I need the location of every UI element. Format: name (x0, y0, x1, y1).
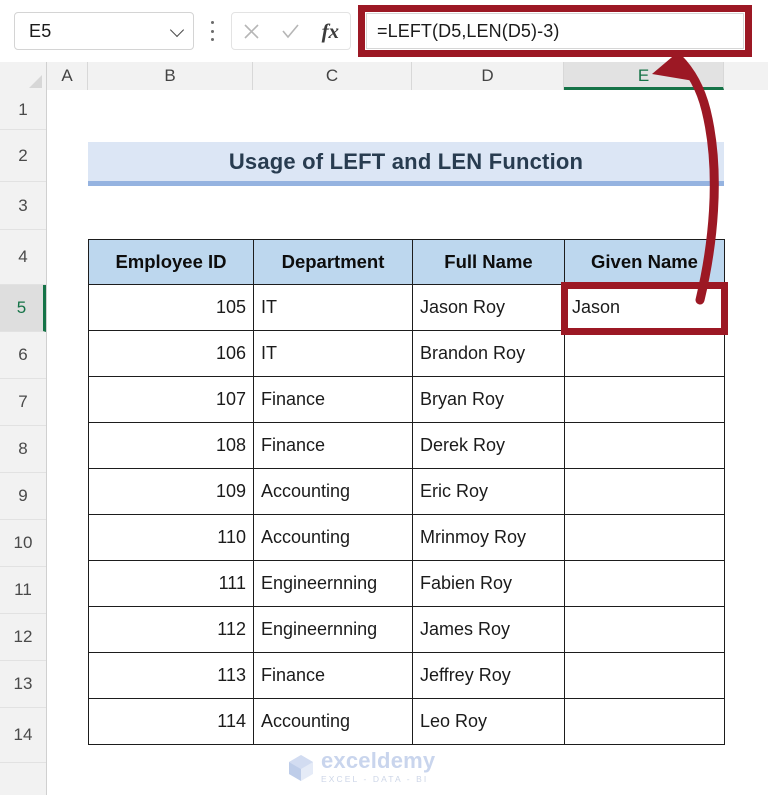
cell-full-name[interactable]: Jeffrey Roy (412, 652, 565, 699)
more-options-icon[interactable] (205, 18, 219, 44)
table-row[interactable]: 114 Accounting Leo Roy (88, 698, 725, 745)
watermark-name: exceldemy (321, 748, 436, 774)
row-header-13[interactable]: 13 (0, 661, 46, 708)
page-title: Usage of LEFT and LEN Function (228, 148, 584, 174)
table-row[interactable]: 111 Engineernning Fabien Roy (88, 560, 725, 607)
row-header-14[interactable]: 14 (0, 708, 46, 763)
row-header-column: 1 2 3 4 5 6 7 8 9 10 11 12 13 14 (0, 90, 47, 795)
cell-department[interactable]: Finance (253, 422, 413, 469)
cell-employee-id[interactable]: 111 (88, 560, 254, 607)
watermark-tagline: EXCEL - DATA - BI (321, 774, 429, 785)
column-header-full-name: Full Name (412, 239, 565, 285)
cell-employee-id[interactable]: 105 (88, 284, 254, 331)
cell-full-name[interactable]: Bryan Roy (412, 376, 565, 423)
cell-given-name[interactable] (564, 698, 725, 745)
row-header-7[interactable]: 7 (0, 379, 46, 426)
column-header-given-name: Given Name (564, 239, 725, 285)
cell-given-name[interactable] (564, 514, 725, 561)
row-header-4[interactable]: 4 (0, 230, 46, 285)
formula-input[interactable]: =LEFT(D5,LEN(D5)-3) (366, 13, 744, 49)
row-header-6[interactable]: 6 (0, 332, 46, 379)
cell-full-name[interactable]: Eric Roy (412, 468, 565, 515)
cell-full-name[interactable]: Fabien Roy (412, 560, 565, 607)
table-row[interactable]: 106 IT Brandon Roy (88, 330, 725, 377)
watermark-cube-icon (286, 752, 316, 782)
column-header-c[interactable]: C (253, 62, 412, 90)
cell-department[interactable]: Finance (253, 652, 413, 699)
row-header-1[interactable]: 1 (0, 90, 46, 130)
cell-given-name[interactable] (564, 652, 725, 699)
name-box-value: E5 (29, 20, 52, 41)
table-row[interactable]: 109 Accounting Eric Roy (88, 468, 725, 515)
cell-department[interactable]: Accounting (253, 698, 413, 745)
cell-employee-id[interactable]: 109 (88, 468, 254, 515)
column-header-employee-id: Employee ID (88, 239, 254, 285)
cell-department[interactable]: Accounting (253, 514, 413, 561)
dot (210, 29, 214, 33)
row-header-3[interactable]: 3 (0, 182, 46, 230)
column-header-d[interactable]: D (412, 62, 564, 90)
formula-bar-strip: E5 fx =LEFT(D5,LEN(D5)-3) (0, 0, 768, 63)
cell-given-name[interactable] (564, 468, 725, 515)
cell-employee-id[interactable]: 108 (88, 422, 254, 469)
cell-full-name[interactable]: Mrinmoy Roy (412, 514, 565, 561)
row-header-12[interactable]: 12 (0, 614, 46, 661)
table-row[interactable]: 112 Engineernning James Roy (88, 606, 725, 653)
row-header-10[interactable]: 10 (0, 520, 46, 567)
cell-department[interactable]: Engineernning (253, 606, 413, 653)
cell-employee-id[interactable]: 113 (88, 652, 254, 699)
table-row[interactable]: 107 Finance Bryan Roy (88, 376, 725, 423)
chevron-down-icon[interactable] (171, 24, 185, 38)
cell-employee-id[interactable]: 112 (88, 606, 254, 653)
cell-full-name[interactable]: Jason Roy (412, 284, 565, 331)
row-header-5[interactable]: 5 (0, 285, 46, 332)
insert-function-icon[interactable]: fx (311, 13, 350, 49)
cell-employee-id[interactable]: 107 (88, 376, 254, 423)
cell-department[interactable]: Finance (253, 376, 413, 423)
table-row[interactable]: 105 IT Jason Roy Jason (88, 284, 725, 331)
close-icon[interactable] (232, 13, 271, 49)
row-header-2[interactable]: 2 (0, 130, 46, 182)
select-all-corner[interactable] (0, 62, 47, 90)
cell-given-name[interactable] (564, 422, 725, 469)
dot (210, 21, 214, 24)
cell-given-name[interactable] (564, 376, 725, 423)
worksheet-grid[interactable]: Usage of LEFT and LEN Function Employee … (47, 90, 768, 795)
cell-department[interactable]: Engineernning (253, 560, 413, 607)
cell-employee-id[interactable]: 114 (88, 698, 254, 745)
cell-department[interactable]: IT (253, 330, 413, 377)
table-header-row: Employee ID Department Full Name Given N… (88, 239, 725, 285)
cell-department[interactable]: Accounting (253, 468, 413, 515)
name-box[interactable]: E5 (14, 12, 194, 50)
cell-given-name[interactable]: Jason (564, 284, 725, 331)
watermark: exceldemy EXCEL - DATA - BI (286, 745, 491, 789)
table-row[interactable]: 110 Accounting Mrinmoy Roy (88, 514, 725, 561)
column-header-b[interactable]: B (88, 62, 253, 90)
cell-given-name[interactable] (564, 560, 725, 607)
cell-full-name[interactable]: Derek Roy (412, 422, 565, 469)
cell-full-name[interactable]: James Roy (412, 606, 565, 653)
title-banner: Usage of LEFT and LEN Function (88, 142, 724, 186)
cell-department[interactable]: IT (253, 284, 413, 331)
column-header-department: Department (253, 239, 413, 285)
row-header-9[interactable]: 9 (0, 473, 46, 520)
cell-given-name[interactable] (564, 606, 725, 653)
column-header-e[interactable]: E (564, 62, 724, 90)
cell-full-name[interactable]: Brandon Roy (412, 330, 565, 377)
row-header-11[interactable]: 11 (0, 567, 46, 614)
table-row[interactable]: 113 Finance Jeffrey Roy (88, 652, 725, 699)
table-row[interactable]: 108 Finance Derek Roy (88, 422, 725, 469)
formula-action-group: fx (231, 12, 351, 50)
check-icon[interactable] (271, 13, 310, 49)
dot (210, 38, 214, 41)
cell-employee-id[interactable]: 106 (88, 330, 254, 377)
cell-given-name[interactable] (564, 330, 725, 377)
cell-employee-id[interactable]: 110 (88, 514, 254, 561)
cell-full-name[interactable]: Leo Roy (412, 698, 565, 745)
column-header-row: ABCDE (0, 62, 768, 91)
row-header-8[interactable]: 8 (0, 426, 46, 473)
column-header-a[interactable]: A (47, 62, 88, 90)
employee-table: Employee ID Department Full Name Given N… (88, 239, 725, 745)
